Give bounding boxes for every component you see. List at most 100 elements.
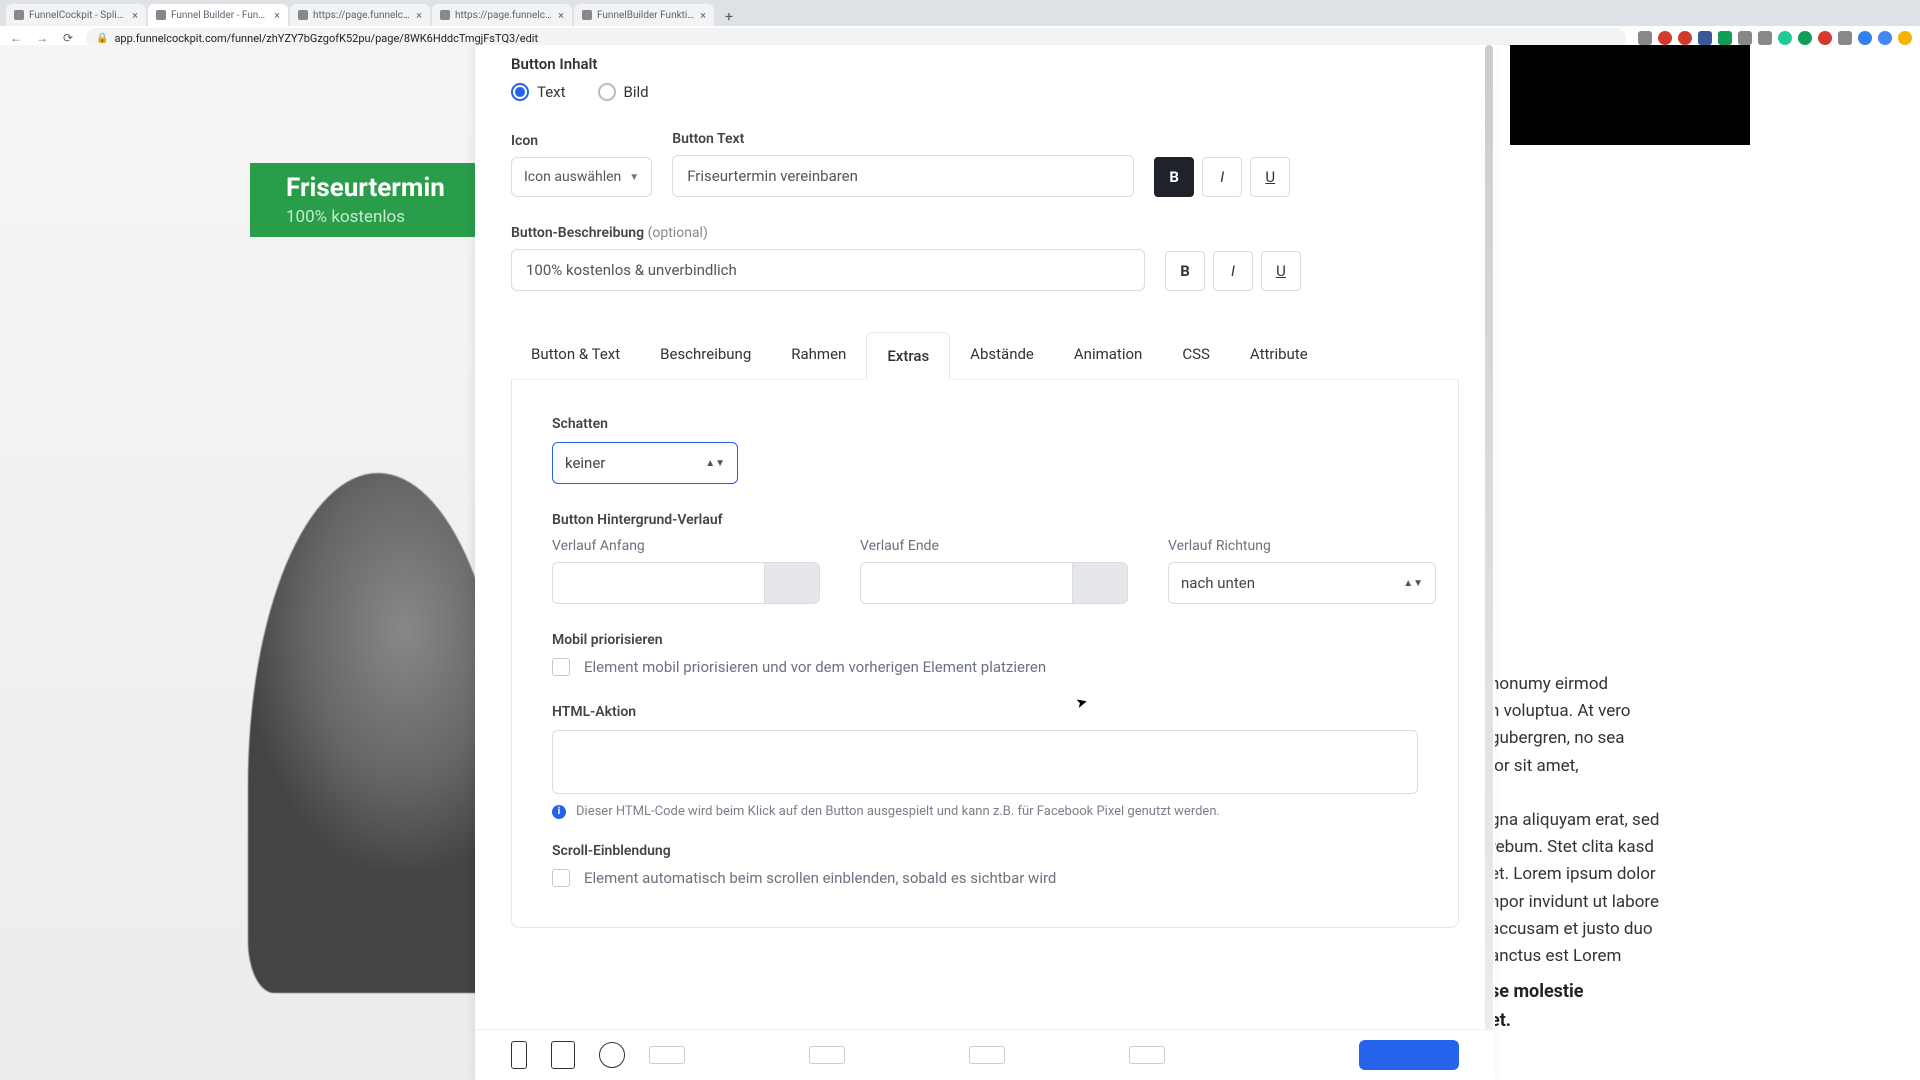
tab-extras[interactable]: Extras [866, 332, 950, 380]
tab-label: https://page.funnelcockpit.co [313, 10, 410, 21]
italic-button[interactable]: I [1213, 251, 1253, 291]
radio-text[interactable]: Text [511, 83, 566, 101]
icon-select-value: Icon auswählen [524, 169, 621, 185]
close-icon[interactable]: × [700, 10, 706, 21]
radio-label: Bild [624, 83, 649, 101]
close-icon[interactable]: × [274, 10, 280, 21]
scroll-reveal-checkbox-row[interactable]: Element automatisch beim scrollen einble… [552, 869, 1418, 887]
extension-icon[interactable] [1698, 31, 1712, 45]
forward-icon[interactable]: → [34, 31, 50, 45]
mobile-priority-checkbox-row[interactable]: Element mobil priorisieren und vor dem v… [552, 658, 1418, 676]
extension-icon[interactable] [1838, 31, 1852, 45]
extension-icon[interactable] [1878, 31, 1892, 45]
underline-button[interactable]: U [1250, 157, 1290, 197]
extension-icon[interactable] [1898, 31, 1912, 45]
browser-tab[interactable]: https://page.funnelcockpit.co × [290, 4, 430, 26]
radio-icon [598, 83, 616, 101]
tab-label: https://page.funnelcockpit.co [455, 10, 552, 21]
close-icon[interactable]: × [132, 10, 138, 21]
tab-strip: FunnelCockpit - Splittests, Ma× Funnel B… [0, 0, 1920, 26]
footer-field[interactable] [969, 1046, 1005, 1064]
html-info-row: i Dieser HTML-Code wird beim Klick auf d… [552, 804, 1418, 819]
tab-animation[interactable]: Animation [1054, 331, 1162, 379]
tab-strip: Button & Text Beschreibung Rahmen Extras… [511, 331, 1459, 380]
extension-icon[interactable] [1678, 31, 1692, 45]
icon-select[interactable]: Icon auswählen ▼ [511, 157, 652, 197]
tab-label: Funnel Builder - FunnelCockpit [171, 10, 268, 21]
shadow-value: keiner [565, 454, 605, 472]
info-icon: i [552, 805, 566, 819]
chevron-down-icon: ▼ [629, 172, 639, 183]
extension-icon[interactable] [1818, 31, 1832, 45]
browser-tab[interactable]: https://page.funnelcockpit.co × [432, 4, 572, 26]
content-type-radio-group: Text Bild [511, 83, 1459, 101]
checkbox-label: Element automatisch beim scrollen einble… [584, 869, 1056, 887]
footer-field[interactable] [649, 1046, 685, 1064]
new-tab-button[interactable]: + [720, 8, 738, 26]
browser-tab[interactable]: FunnelCockpit - Splittests, Ma× [6, 4, 146, 26]
reload-icon[interactable]: ⟳ [60, 31, 76, 45]
close-icon[interactable]: × [558, 10, 564, 21]
extension-icon[interactable] [1738, 31, 1752, 45]
device-mobile-icon[interactable] [511, 1041, 527, 1069]
scrollbar[interactable] [1485, 45, 1493, 1080]
icon-field-label: Icon [511, 133, 652, 149]
footer-field[interactable] [1129, 1046, 1165, 1064]
eye-icon[interactable] [599, 1042, 625, 1068]
format-button-group: B I U [1165, 251, 1301, 291]
gradient-direction-value: nach unten [1181, 574, 1255, 592]
gradient-start-input[interactable] [552, 562, 820, 604]
browser-tab[interactable]: Funnel Builder - FunnelCockpit × [148, 4, 288, 26]
extension-icon[interactable] [1858, 31, 1872, 45]
tab-attribute[interactable]: Attribute [1230, 331, 1328, 379]
italic-button[interactable]: I [1202, 157, 1242, 197]
color-text-input[interactable] [860, 562, 1072, 604]
extension-icon[interactable] [1658, 31, 1672, 45]
color-swatch[interactable] [764, 562, 820, 604]
extension-icon[interactable] [1778, 31, 1792, 45]
back-icon[interactable]: ← [8, 31, 24, 45]
placeholder-text: nonumy eirmod n voluptua. At vero guberg… [1490, 671, 1750, 970]
description-label: Button-Beschreibung (optional) [511, 225, 1145, 241]
bold-button[interactable]: B [1154, 157, 1194, 197]
gradient-direction-select[interactable]: nach unten ▲▼ [1168, 562, 1436, 604]
close-icon[interactable]: × [416, 10, 422, 21]
background-cta-button: Friseurtermin 100% kostenlos [250, 163, 490, 237]
extension-icon[interactable] [1638, 31, 1652, 45]
gradient-end-input[interactable] [860, 562, 1128, 604]
button-text-input[interactable] [672, 155, 1134, 197]
device-tablet-icon[interactable] [551, 1041, 575, 1069]
checkbox[interactable] [552, 869, 570, 887]
tab-css[interactable]: CSS [1162, 331, 1230, 379]
shadow-label: Schatten [552, 416, 1418, 432]
panel-footer [475, 1029, 1495, 1080]
extension-icon[interactable] [1798, 31, 1812, 45]
section-label: Button Inhalt [511, 55, 1459, 73]
browser-chrome: FunnelCockpit - Splittests, Ma× Funnel B… [0, 0, 1920, 45]
browser-tab[interactable]: FunnelBuilder Funktionen & E× [574, 4, 714, 26]
color-text-input[interactable] [552, 562, 764, 604]
radio-image[interactable]: Bild [598, 83, 649, 101]
extension-icon[interactable] [1758, 31, 1772, 45]
underline-button[interactable]: U [1261, 251, 1301, 291]
extension-icon[interactable] [1718, 31, 1732, 45]
footer-field[interactable] [809, 1046, 845, 1064]
tab-abstaende[interactable]: Abstände [950, 331, 1054, 379]
tab-button-and-text[interactable]: Button & Text [511, 331, 640, 379]
format-button-group: B I U [1154, 157, 1290, 197]
cta-subtitle: 100% kostenlos [286, 207, 490, 227]
tab-beschreibung[interactable]: Beschreibung [640, 331, 771, 379]
gradient-direction-label: Verlauf Richtung [1168, 538, 1436, 554]
tab-rahmen[interactable]: Rahmen [771, 331, 866, 379]
checkbox[interactable] [552, 658, 570, 676]
background-text: nonumy eirmod n voluptua. At vero guberg… [1490, 671, 1750, 1036]
html-info-text: Dieser HTML-Code wird beim Klick auf den… [576, 804, 1220, 819]
bold-button[interactable]: B [1165, 251, 1205, 291]
html-action-textarea[interactable] [552, 730, 1418, 794]
description-input[interactable] [511, 249, 1145, 291]
mobile-priority-label: Mobil priorisieren [552, 632, 1418, 648]
color-swatch[interactable] [1072, 562, 1128, 604]
settings-panel: Button Inhalt Text Bild Icon Icon auswäh… [475, 45, 1495, 1080]
save-button[interactable] [1359, 1040, 1459, 1070]
shadow-select[interactable]: keiner ▲▼ [552, 442, 738, 484]
